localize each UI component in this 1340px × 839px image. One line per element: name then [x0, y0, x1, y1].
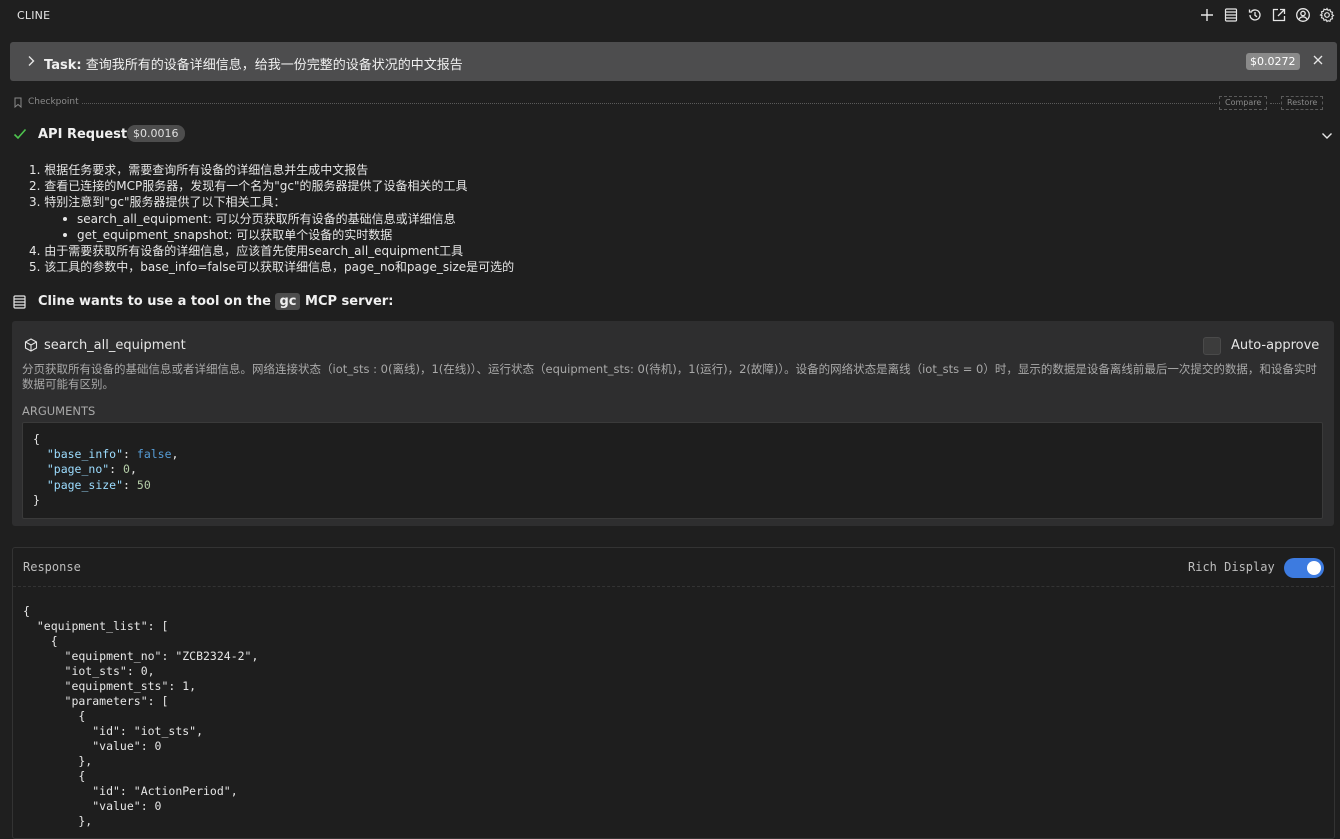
account-icon[interactable] — [1294, 5, 1312, 25]
server-name-badge: gc — [275, 293, 301, 310]
arg-base-info: false — [136, 447, 172, 462]
list-item: 4. 由于需要获取所有设备的详细信息，应该首先使用search_all_equi… — [29, 244, 464, 259]
response-line: "value": 0 — [23, 799, 162, 813]
reasoning-list: 1. 根据任务要求，需要查询所有设备的详细信息并生成中文报告 2. 查看已连接的… — [29, 162, 514, 275]
check-icon — [13, 128, 27, 144]
close-icon[interactable] — [1312, 54, 1324, 70]
task-description: 查询我所有的设备详细信息，给我一份完整的设备状况的中文报告 — [85, 58, 463, 73]
list-subitem: search_all_equipment: 可以分页获取所有设备的基础信息或详细… — [29, 211, 514, 227]
response-line: "iot_sts": 0, — [23, 664, 155, 678]
response-line: "id": "ActionPeriod", — [23, 784, 238, 798]
tool-use-suffix: MCP server: — [305, 294, 394, 309]
response-line: { — [23, 769, 86, 783]
tool-card: search_all_equipment Auto-approve 分页获取所有… — [12, 321, 1334, 526]
tool-description: 分页获取所有设备的基础信息或者详细信息。网络连接状态（iot_sts : 0(离… — [22, 362, 1317, 391]
task-header[interactable]: Task: 查询我所有的设备详细信息，给我一份完整的设备状况的中文报告 $0.0… — [10, 42, 1337, 81]
arg-page-size: 50 — [136, 477, 151, 492]
chevron-down-icon[interactable] — [1321, 129, 1333, 144]
arg-page-no: 0 — [123, 462, 130, 477]
app-title: CLINE — [17, 9, 51, 22]
chevron-right-icon[interactable] — [26, 55, 36, 71]
tool-name: search_all_equipment — [44, 338, 186, 353]
auto-approve-label[interactable]: Auto-approve — [1231, 338, 1319, 353]
checkpoint-row: Checkpoint Compare Restore — [13, 96, 1328, 110]
arguments-label: ARGUMENTS — [22, 404, 96, 418]
api-cost-badge: $0.0016 — [127, 125, 185, 142]
history-icon[interactable] — [1246, 5, 1264, 25]
response-divider — [13, 586, 1334, 587]
server-icon[interactable] — [1222, 5, 1240, 25]
arguments-code: { "base_info": false, "page_no": 0, "pag… — [33, 432, 179, 507]
task-label: Task: — [44, 58, 82, 73]
response-line: "id": "iot_sts", — [23, 724, 204, 738]
task-text: Task: 查询我所有的设备详细信息，给我一份完整的设备状况的中文报告 — [44, 54, 463, 73]
checkpoint-label: Checkpoint — [28, 97, 79, 107]
list-item: 1. 根据任务要求，需要查询所有设备的详细信息并生成中文报告 — [29, 163, 369, 177]
rich-display-toggle[interactable] — [1284, 558, 1324, 578]
response-panel: Response Rich Display { "equipment_list"… — [12, 547, 1335, 839]
response-line: }, — [23, 754, 93, 768]
response-code: { "equipment_list": [ { "equipment_no": … — [23, 604, 258, 829]
api-request-row[interactable]: API Request $0.0016 — [13, 124, 1335, 144]
response-line: { — [23, 634, 58, 648]
rich-display-label: Rich Display — [1188, 560, 1275, 574]
response-label: Response — [23, 560, 81, 574]
restore-button[interactable]: Restore — [1281, 96, 1324, 110]
response-line: { — [23, 604, 30, 618]
compare-button[interactable]: Compare — [1219, 96, 1268, 110]
response-line: "equipment_no": "ZCB2324-2", — [23, 649, 259, 663]
list-item: 2. 查看已连接的MCP服务器，发现有一个名为"gc"的服务器提供了设备相关的工… — [29, 179, 468, 194]
list-subitem: get_equipment_snapshot: 可以获取单个设备的实时数据 — [29, 227, 514, 243]
external-link-icon[interactable] — [1270, 5, 1288, 25]
plus-icon[interactable] — [1198, 5, 1216, 25]
toggle-knob — [1307, 561, 1321, 575]
response-line: "parameters": [ — [23, 694, 169, 708]
bookmark-icon — [13, 97, 23, 112]
tool-use-title: Cline wants to use a tool on the gc MCP … — [38, 293, 394, 310]
toolbar — [1198, 5, 1336, 25]
list-item: 3. 特别注意到"gc"服务器提供了以下相关工具： — [29, 195, 286, 210]
response-line: "value": 0 — [23, 739, 162, 753]
api-request-label: API Request — [38, 127, 128, 142]
checkpoint-divider-2 — [1270, 103, 1280, 104]
tool-use-prefix: Cline wants to use a tool on the — [38, 294, 271, 309]
response-line: "equipment_sts": 1, — [23, 679, 197, 693]
top-bar: CLINE — [0, 0, 1340, 30]
response-line: }, — [23, 814, 93, 828]
response-line: { — [23, 709, 86, 723]
cube-icon — [24, 338, 38, 356]
settings-icon[interactable] — [1318, 5, 1336, 25]
response-line: "equipment_list": [ — [23, 619, 169, 633]
task-cost-badge: $0.0272 — [1246, 53, 1300, 70]
arguments-box: { "base_info": false, "page_no": 0, "pag… — [22, 422, 1323, 519]
checkpoint-divider — [82, 103, 1217, 104]
auto-approve-checkbox[interactable] — [1203, 337, 1221, 355]
server-icon — [13, 295, 26, 313]
list-item: 5. 该工具的参数中，base_info=false可以获取详细信息，page_… — [29, 260, 515, 275]
